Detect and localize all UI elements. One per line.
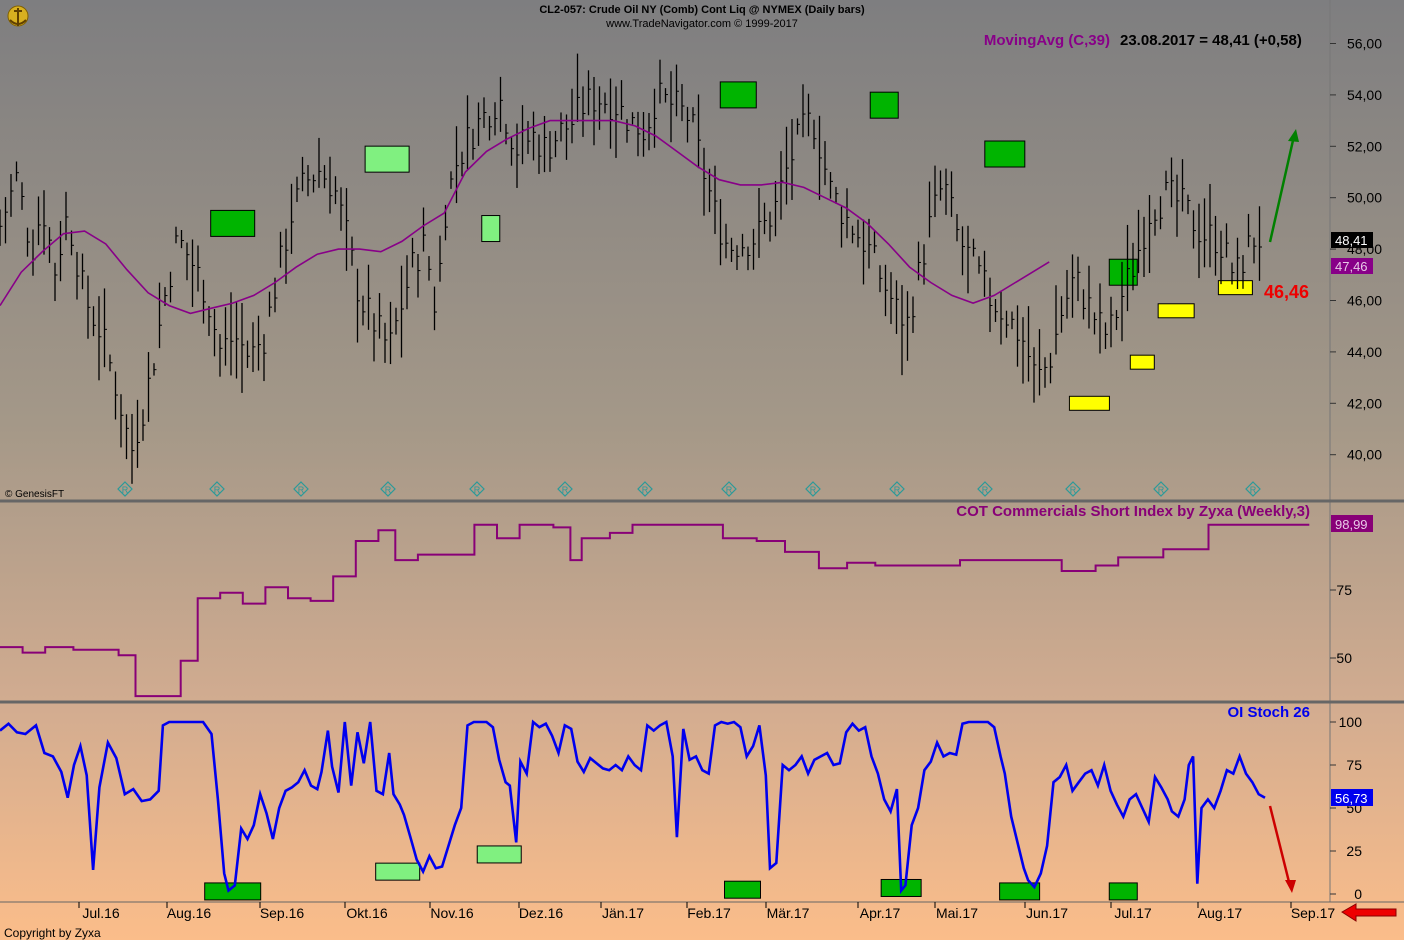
price-tick-label: 40,00 (1347, 447, 1382, 463)
svg-text:47,46: 47,46 (1335, 259, 1368, 274)
chart-canvas: 40,0042,0044,0046,0048,0050,0052,0054,00… (0, 0, 1404, 940)
copyright-label: Copyright by Zyxa (4, 926, 101, 940)
svg-text:56,73: 56,73 (1335, 791, 1368, 806)
signal-box (1130, 355, 1154, 369)
cot-tick-label: 50 (1336, 650, 1352, 666)
price-tick-label: 52,00 (1347, 138, 1382, 154)
svg-text:R: R (642, 485, 649, 495)
svg-text:48,41: 48,41 (1335, 233, 1368, 248)
stoch-tick-label: 75 (1346, 757, 1362, 773)
x-tick-label: Okt.16 (346, 905, 387, 921)
svg-text:R: R (726, 485, 733, 495)
ma-value-tag: 47,46 (1331, 258, 1373, 274)
x-tick-label: Aug.17 (1198, 905, 1243, 921)
svg-text:R: R (810, 485, 817, 495)
price-tick-label: 42,00 (1347, 395, 1382, 411)
x-tick-label: Apr.17 (860, 905, 901, 921)
price-tick-label: 54,00 (1347, 87, 1382, 103)
cot-value-tag: 98,99 (1331, 515, 1373, 532)
x-tick-label: Aug.16 (167, 905, 212, 921)
stoch-tick-label: 0 (1354, 886, 1362, 902)
x-tick-label: Sep.17 (1291, 905, 1336, 921)
ma-readout: 23.08.2017 = 48,41 (+0,58) (1120, 32, 1302, 49)
chart-subtitle: www.TradeNavigator.com © 1999-2017 (605, 18, 798, 30)
price-tick-label: 44,00 (1347, 344, 1382, 360)
stoch-value-tag: 56,73 (1331, 789, 1373, 806)
x-tick-label: Nov.16 (430, 905, 474, 921)
signal-box (376, 863, 420, 880)
cot-legend: COT Commercials Short Index by Zyxa (Wee… (956, 503, 1310, 520)
signal-box (1109, 883, 1137, 900)
svg-text:R: R (1250, 485, 1257, 495)
signal-box (211, 210, 255, 236)
signal-box (1158, 304, 1194, 318)
svg-text:R: R (122, 485, 129, 495)
stoch-tick-label: 25 (1346, 843, 1362, 859)
svg-text:R: R (982, 485, 989, 495)
svg-text:R: R (562, 485, 569, 495)
svg-text:R: R (894, 485, 901, 495)
stoch-legend: OI Stoch 26 (1227, 704, 1310, 721)
svg-text:R: R (1070, 485, 1077, 495)
price-tick-label: 46,00 (1347, 293, 1382, 309)
target-price-label: 46,46 (1264, 282, 1309, 302)
x-axis-labels: Jul.16 Aug.16 Sep.16 Okt.16 Nov.16 Dez.16 Jän.… (79, 902, 1335, 921)
signal-box (482, 216, 500, 242)
x-tick-label: Jul.16 (82, 905, 120, 921)
signal-box (985, 141, 1025, 167)
cot-tick-label: 75 (1336, 582, 1352, 598)
x-tick-label: Mai.17 (936, 905, 978, 921)
x-tick-label: Mär.17 (767, 905, 810, 921)
anchor-logo-icon (8, 6, 28, 26)
stoch-tick-label: 100 (1339, 714, 1363, 730)
signal-box (1069, 396, 1109, 410)
signal-box (365, 146, 409, 172)
svg-text:R: R (474, 485, 481, 495)
x-tick-label: Jun.17 (1026, 905, 1068, 921)
signal-box (870, 92, 898, 118)
svg-text:R: R (214, 485, 221, 495)
svg-text:R: R (1158, 485, 1165, 495)
x-tick-label: Jän.17 (602, 905, 644, 921)
price-tick-label: 50,00 (1347, 190, 1382, 206)
svg-text:98,99: 98,99 (1335, 517, 1368, 532)
signal-box (725, 881, 761, 898)
x-tick-label: Sep.16 (260, 905, 305, 921)
signal-box (720, 82, 756, 108)
genesis-label: © GenesisFT (5, 489, 64, 500)
ma-legend: MovingAvg (C,39) (984, 32, 1110, 49)
price-tick-label: 56,00 (1347, 36, 1382, 52)
x-tick-label: Dez.16 (519, 905, 564, 921)
signal-box (1218, 281, 1252, 295)
chart-title: CL2-057: Crude Oil NY (Comb) Cont Liq @ … (539, 4, 865, 16)
svg-text:R: R (385, 485, 392, 495)
x-tick-label: Jul.17 (1114, 905, 1152, 921)
signal-box (477, 846, 521, 863)
x-tick-label: Feb.17 (687, 905, 731, 921)
last-price-tag: 48,41 (1331, 232, 1373, 248)
svg-text:R: R (298, 485, 305, 495)
